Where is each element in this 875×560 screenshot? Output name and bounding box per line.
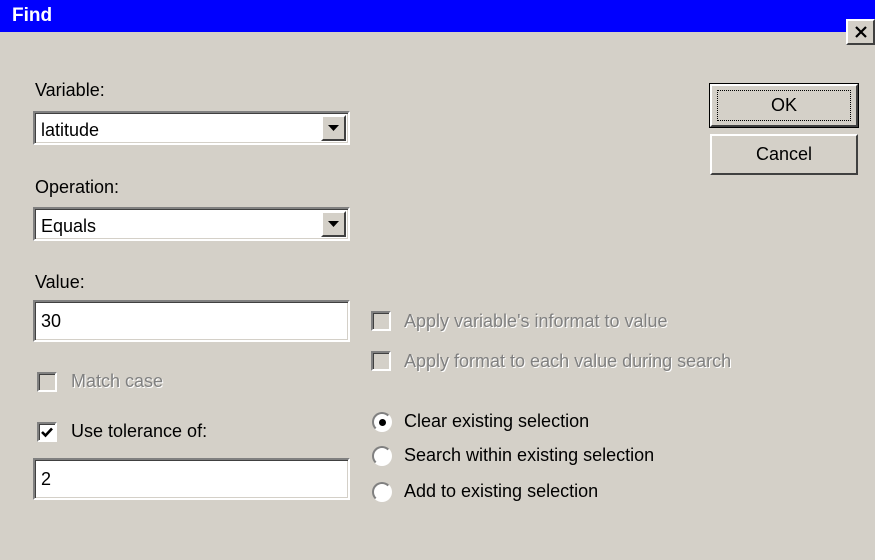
search-within-selection-label: Search within existing selection (404, 445, 655, 465)
use-tolerance-label: Use tolerance of: (71, 421, 208, 441)
tolerance-input-text: 2 (41, 469, 52, 489)
cancel-button[interactable]: Cancel (710, 134, 858, 175)
use-tolerance-checkbox[interactable] (37, 422, 57, 442)
dialog-title: Find (12, 5, 53, 26)
variable-value: latitude (41, 120, 100, 140)
radio-clear-selection[interactable] (372, 412, 392, 432)
focus-indicator (717, 90, 851, 121)
operation-value: Equals (41, 216, 97, 236)
apply-informat-label: Apply variable's informat to value (404, 311, 668, 331)
add-to-selection-label: Add to existing selection (404, 481, 599, 501)
close-button[interactable] (846, 19, 875, 45)
apply-format-checkbox[interactable] (371, 351, 391, 371)
find-dialog: Find Variable: latitude Operation: Equal… (0, 0, 875, 560)
ok-button[interactable]: OK (709, 83, 859, 128)
operation-label: Operation: (35, 177, 120, 197)
apply-format-label: Apply format to each value during search (404, 351, 732, 371)
title-bar: Find (0, 0, 875, 32)
value-input-text: 30 (41, 311, 62, 331)
tolerance-input[interactable]: 2 (33, 458, 350, 500)
radio-search-within-selection[interactable] (372, 446, 392, 466)
apply-informat-checkbox[interactable] (371, 311, 391, 331)
checkmark-icon (41, 427, 53, 437)
close-icon (854, 26, 867, 38)
cancel-button-label: Cancel (755, 144, 813, 164)
variable-dropdown-button[interactable] (321, 115, 346, 141)
variable-label: Variable: (35, 80, 105, 100)
radio-selected-dot (378, 418, 386, 426)
variable-combobox[interactable]: latitude (33, 111, 350, 145)
value-input[interactable]: 30 (33, 300, 350, 342)
clear-selection-label: Clear existing selection (404, 411, 590, 431)
chevron-down-icon (328, 221, 339, 227)
radio-add-to-selection[interactable] (372, 482, 392, 502)
chevron-down-icon (328, 125, 339, 131)
match-case-checkbox[interactable] (37, 372, 57, 392)
operation-dropdown-button[interactable] (321, 211, 346, 237)
value-label: Value: (35, 272, 85, 292)
match-case-label: Match case (71, 371, 164, 391)
operation-combobox[interactable]: Equals (33, 207, 350, 241)
